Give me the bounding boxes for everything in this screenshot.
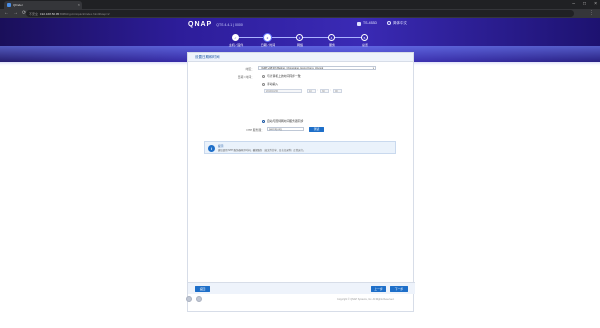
close-tab-icon[interactable]: × xyxy=(78,2,80,7)
chevron-down-icon: ▾ xyxy=(372,67,374,70)
step-4: 4 xyxy=(328,34,335,41)
radio-ntp[interactable] xyxy=(262,119,265,123)
globe-icon xyxy=(387,21,392,26)
option-ntp-label: 自动与因特网时间服务器同步 xyxy=(267,119,304,123)
close-window-icon[interactable]: × xyxy=(594,1,597,7)
option-ntp[interactable]: 自动与因特网时间服务器同步 xyxy=(262,119,303,123)
forward-icon[interactable]: → xyxy=(13,10,18,17)
device-indicator: TS-453D xyxy=(357,21,378,26)
browser-tab-strip: Qfinder × – □ × xyxy=(0,0,600,9)
prev-button[interactable]: 上一步 xyxy=(371,286,386,292)
step-1-label: 主机 / 固件 xyxy=(228,43,244,47)
hour-input[interactable]: 10 xyxy=(307,89,316,93)
step-5: 5 xyxy=(361,34,368,41)
step-3-label: 网络 xyxy=(296,43,304,47)
option-sync-pc-label: 与计算机上的时间同步一致 xyxy=(267,74,301,78)
minute-input[interactable]: 30 xyxy=(320,89,329,93)
window-controls: – □ × xyxy=(572,1,597,7)
maximize-icon[interactable]: □ xyxy=(583,1,586,7)
device-label: TS-453D xyxy=(363,21,378,26)
radio-manual[interactable] xyxy=(262,82,265,86)
info-icon: i xyxy=(208,145,215,152)
settings-icon[interactable] xyxy=(196,296,202,302)
step-4-label: 服务 xyxy=(328,43,336,47)
page: QNAP QTS 4.4.1 | 0000 TS-453D 简体中文 ✓ 2 3… xyxy=(0,18,600,328)
url-input[interactable]: 不安全 192.168.50.95 :8080/cgi-bin/quick/in… xyxy=(26,10,574,17)
wizard-steps: ✓ 2 3 4 5 主机 / 固件 日期 / 时间 网络 服务 总览 xyxy=(228,34,372,48)
hint-box: i 提示 建议使用 NTP 服务器同步时间，确保服务（如文件共享、日志记录等）正… xyxy=(204,141,396,154)
time-separator: : xyxy=(330,89,331,92)
ntp-server-input[interactable]: pool.ntp.org xyxy=(267,127,304,131)
back-button[interactable]: 返回 xyxy=(195,286,210,292)
language-selector[interactable]: 简体中文 xyxy=(387,21,407,26)
browser-tab[interactable]: Qfinder × xyxy=(4,1,82,9)
time-separator: : xyxy=(317,89,318,92)
option-sync-pc[interactable]: 与计算机上的时间同步一致 xyxy=(262,74,301,78)
ntp-label: NTP 服务器： xyxy=(246,127,264,132)
browser-menu-icon[interactable]: ⋮ xyxy=(589,10,594,17)
next-button[interactable]: 下一步 xyxy=(390,286,408,292)
hint-text: 建议使用 NTP 服务器同步时间，确保服务（如文件共享、日志记录等）正常运行。 xyxy=(218,149,306,152)
bottom-icons xyxy=(186,296,202,302)
option-manual-label: 手动输入 xyxy=(267,82,279,86)
card-footer: 返回 上一步 下一步 xyxy=(188,282,415,294)
qnap-logo: QNAP xyxy=(188,21,213,28)
date-input[interactable]: 2019/10/30 xyxy=(264,89,302,93)
step-1: ✓ xyxy=(232,34,239,41)
radio-sync-pc[interactable] xyxy=(262,74,265,78)
nas-icon xyxy=(357,21,361,26)
step-2: 2 xyxy=(264,34,271,41)
timezone-label: 时区： xyxy=(245,66,254,71)
header-right: TS-453D 简体中文 xyxy=(357,21,407,26)
tab-title: Qfinder xyxy=(13,3,23,7)
help-icon[interactable] xyxy=(186,296,192,302)
step-5-label: 总览 xyxy=(361,43,369,47)
timezone-value: (GMT+08:00) Beijing, Chongqing, Hong Kon… xyxy=(261,67,324,70)
second-input[interactable]: 00 xyxy=(333,89,342,93)
url-host: 192.168.50.95 xyxy=(40,11,60,16)
datetime-label: 日期 / 时间： xyxy=(237,75,254,79)
step-3: 3 xyxy=(296,34,303,41)
address-bar: ← → ⟳ 不安全 192.168.50.95 :8080/cgi-bin/qu… xyxy=(0,9,600,18)
timezone-select[interactable]: (GMT+08:00) Beijing, Chongqing, Hong Kon… xyxy=(258,66,376,70)
firmware-version: QTS 4.4.1 | 0000 xyxy=(216,23,243,27)
url-path: :8080/cgi-bin/quick/index.html#step=2 xyxy=(59,11,110,16)
back-icon[interactable]: ← xyxy=(4,10,9,17)
nav-buttons: ← → ⟳ xyxy=(4,10,26,17)
option-manual[interactable]: 手动输入 xyxy=(262,82,278,86)
brand: QNAP QTS 4.4.1 | 0000 xyxy=(188,21,243,28)
step-2-label: 日期 / 时间 xyxy=(260,43,276,47)
wizard-card: 设置日期和时间 时区： (GMT+08:00) Beijing, Chongqi… xyxy=(187,52,415,312)
minimize-icon[interactable]: – xyxy=(572,1,575,7)
language-label: 简体中文 xyxy=(393,21,408,25)
ntp-test-button[interactable]: 测试 xyxy=(309,126,324,132)
security-label: 不安全 xyxy=(29,11,39,16)
copyright: Copyright © QNAP Systems, Inc. All Right… xyxy=(337,298,395,301)
favicon-icon xyxy=(7,3,11,7)
card-title: 设置日期和时间 xyxy=(188,53,413,62)
